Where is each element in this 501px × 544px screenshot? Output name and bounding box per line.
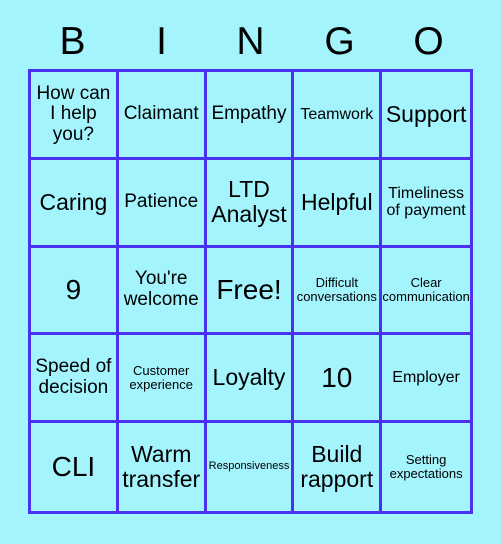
bingo-cell[interactable]: Patience: [118, 159, 207, 248]
bingo-cell[interactable]: Responsiveness: [206, 423, 295, 511]
bingo-cell[interactable]: Caring: [31, 159, 119, 248]
bingo-cell[interactable]: Free!: [206, 247, 295, 336]
bingo-header-row: B I N G O: [28, 14, 473, 68]
bingo-header-letter-b: B: [59, 19, 86, 63]
bingo-cell[interactable]: Support: [382, 72, 470, 160]
bingo-cell[interactable]: Empathy: [206, 72, 295, 160]
bingo-cell[interactable]: Warm transfer: [118, 423, 207, 511]
bingo-cell[interactable]: LTD Analyst: [206, 159, 295, 248]
bingo-cell[interactable]: Customer experience: [118, 335, 207, 424]
bingo-header-letter-i: I: [156, 19, 167, 63]
bingo-card: B I N G O How can I help you? Claimant Emp…: [0, 0, 501, 544]
bingo-cell[interactable]: Loyalty: [206, 335, 295, 424]
bingo-cell[interactable]: CLI: [31, 423, 119, 511]
bingo-cell[interactable]: Difficult conversations: [294, 247, 383, 336]
bingo-cell[interactable]: Employer: [382, 335, 470, 424]
bingo-cell[interactable]: Helpful: [294, 159, 383, 248]
bingo-cell[interactable]: Claimant: [118, 72, 207, 160]
bingo-cell[interactable]: 9: [31, 247, 119, 336]
bingo-header-letter-n: N: [236, 19, 265, 63]
bingo-cell[interactable]: 10: [294, 335, 383, 424]
bingo-header-letter-g: G: [324, 19, 355, 63]
bingo-cell[interactable]: Clear communication: [382, 247, 470, 336]
bingo-cell[interactable]: Timeliness of payment: [382, 159, 470, 248]
bingo-header-letter-o: O: [413, 19, 444, 63]
bingo-cell[interactable]: Teamwork: [294, 72, 383, 160]
bingo-cell[interactable]: Setting expectations: [382, 423, 470, 511]
bingo-cell[interactable]: You're welcome: [118, 247, 207, 336]
bingo-cell[interactable]: Speed of decision: [31, 335, 119, 424]
bingo-cell[interactable]: Build rapport: [294, 423, 383, 511]
bingo-grid: How can I help you? Claimant Empathy Teamwo…: [28, 69, 473, 514]
bingo-cell[interactable]: How can I help you?: [31, 72, 119, 160]
